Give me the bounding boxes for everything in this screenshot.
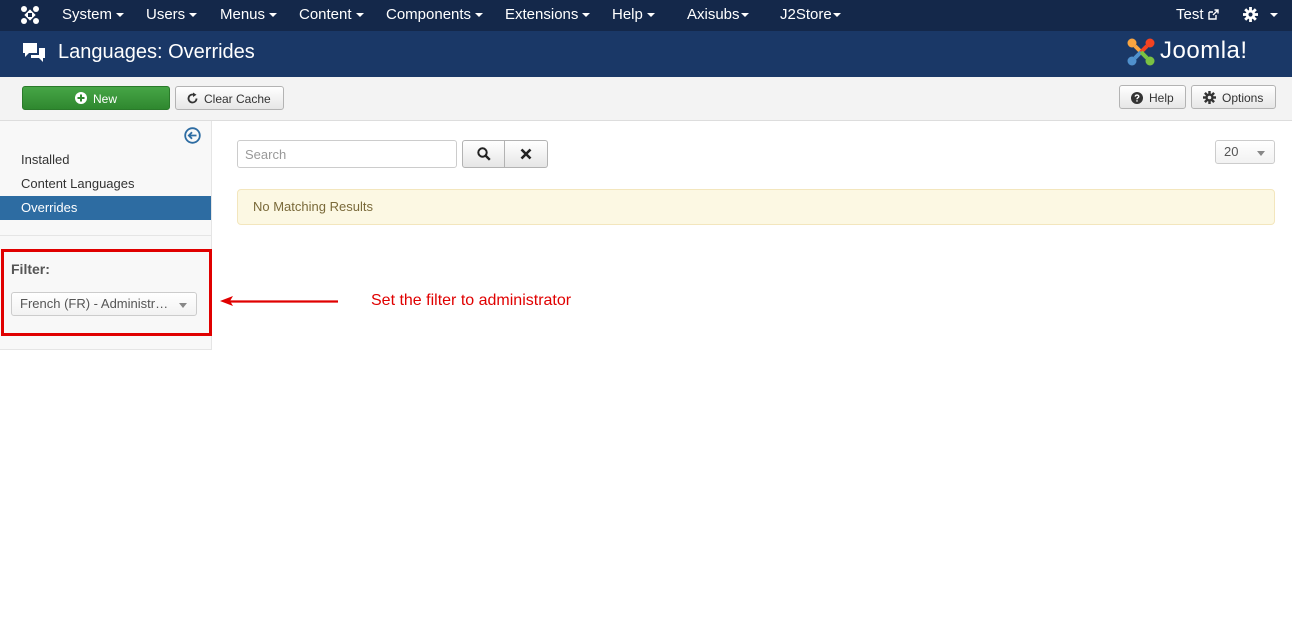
site-name: Test (1176, 6, 1204, 23)
search-button[interactable] (462, 140, 505, 168)
menu-content[interactable]: Content (299, 0, 364, 31)
collapse-sidebar-icon[interactable] (184, 127, 201, 144)
site-link[interactable]: Test (1176, 0, 1219, 31)
sidebar-divider (0, 235, 211, 236)
annotation-arrow-icon (220, 296, 338, 306)
menu-menus[interactable]: Menus (220, 0, 278, 31)
list-limit-value: 20 (1224, 144, 1239, 159)
menu-help[interactable]: Help (612, 0, 655, 31)
caret-down-icon (475, 13, 484, 18)
caret-down-icon (269, 13, 278, 18)
plus-circle-icon (74, 92, 87, 104)
caret-down-icon (740, 13, 749, 18)
options-button[interactable]: Options (1191, 85, 1276, 109)
menu-system[interactable]: System (62, 0, 125, 31)
help-button[interactable]: Help (1119, 85, 1186, 109)
caret-down-icon (116, 13, 125, 18)
question-circle-icon (1131, 92, 1143, 104)
annotation-highlight-box: Filter: French (FR) - Administr… (1, 249, 212, 336)
sidebar-item-content-languages[interactable]: Content Languages (0, 172, 211, 196)
no-results-alert: No Matching Results (237, 189, 1275, 225)
user-settings-menu[interactable] (1243, 7, 1279, 24)
menu-label: Axisubs (687, 6, 740, 23)
caret-down-icon (189, 13, 198, 18)
gear-icon (1243, 7, 1258, 22)
menu-label: Extensions (505, 6, 579, 23)
top-navbar: System Users Menus Content Components Ex… (0, 0, 1292, 32)
filter-selected-value: French (FR) - Administr… (20, 296, 169, 311)
filter-language-select[interactable]: French (FR) - Administr… (11, 292, 197, 316)
menu-label: Content (299, 6, 352, 23)
menu-j2store[interactable]: J2Store (780, 0, 841, 31)
toolbar: New Clear Cache Help Options (0, 77, 1292, 121)
caret-down-icon (582, 13, 591, 18)
page-title: Languages: Overrides (58, 41, 255, 63)
menu-users[interactable]: Users (146, 0, 198, 31)
menu-label: Menus (220, 6, 266, 23)
joomla-logo-icon[interactable] (20, 5, 40, 25)
menu-label: Users (146, 6, 186, 23)
joomla-brand-icon (1127, 38, 1155, 66)
sidebar-item-installed[interactable]: Installed (0, 148, 211, 172)
menu-components[interactable]: Components (386, 0, 484, 31)
clear-cache-button[interactable]: Clear Cache (175, 86, 284, 110)
clear-cache-label: Clear Cache (204, 92, 271, 106)
new-button[interactable]: New (22, 86, 170, 110)
menu-extensions[interactable]: Extensions (505, 0, 591, 31)
joomla-brand: Joomla! (1126, 36, 1276, 70)
gear-icon (1203, 91, 1216, 104)
caret-down-icon (646, 13, 655, 18)
caret-down-icon (179, 303, 187, 308)
menu-label: J2Store (780, 6, 832, 23)
new-button-label: New (92, 92, 117, 106)
comments-icon (23, 43, 45, 62)
search-icon (476, 147, 491, 161)
external-link-icon (1207, 9, 1219, 20)
menu-axisubs[interactable]: Axisubs (687, 0, 749, 31)
joomla-logo-text: Joomla! (1160, 37, 1248, 64)
help-label: Help (1149, 91, 1174, 105)
clear-search-button[interactable] (505, 140, 548, 168)
caret-down-icon (355, 13, 364, 18)
list-limit-select[interactable]: 20 (1215, 140, 1275, 164)
caret-down-icon (1257, 151, 1265, 156)
options-label: Options (1222, 91, 1264, 105)
refresh-icon (187, 92, 198, 104)
menu-label: System (62, 6, 113, 23)
annotation-text: Set the filter to administrator (371, 292, 572, 309)
caret-down-icon (1270, 13, 1279, 17)
sidebar-item-overrides[interactable]: Overrides (0, 196, 211, 220)
search-input[interactable] (237, 140, 457, 168)
page-header: Languages: Overrides Joomla! (0, 31, 1292, 77)
menu-label: Components (386, 6, 472, 23)
caret-down-icon (832, 13, 841, 18)
menu-label: Help (612, 6, 643, 23)
filter-label: Filter: (11, 261, 50, 277)
close-icon (520, 148, 532, 160)
